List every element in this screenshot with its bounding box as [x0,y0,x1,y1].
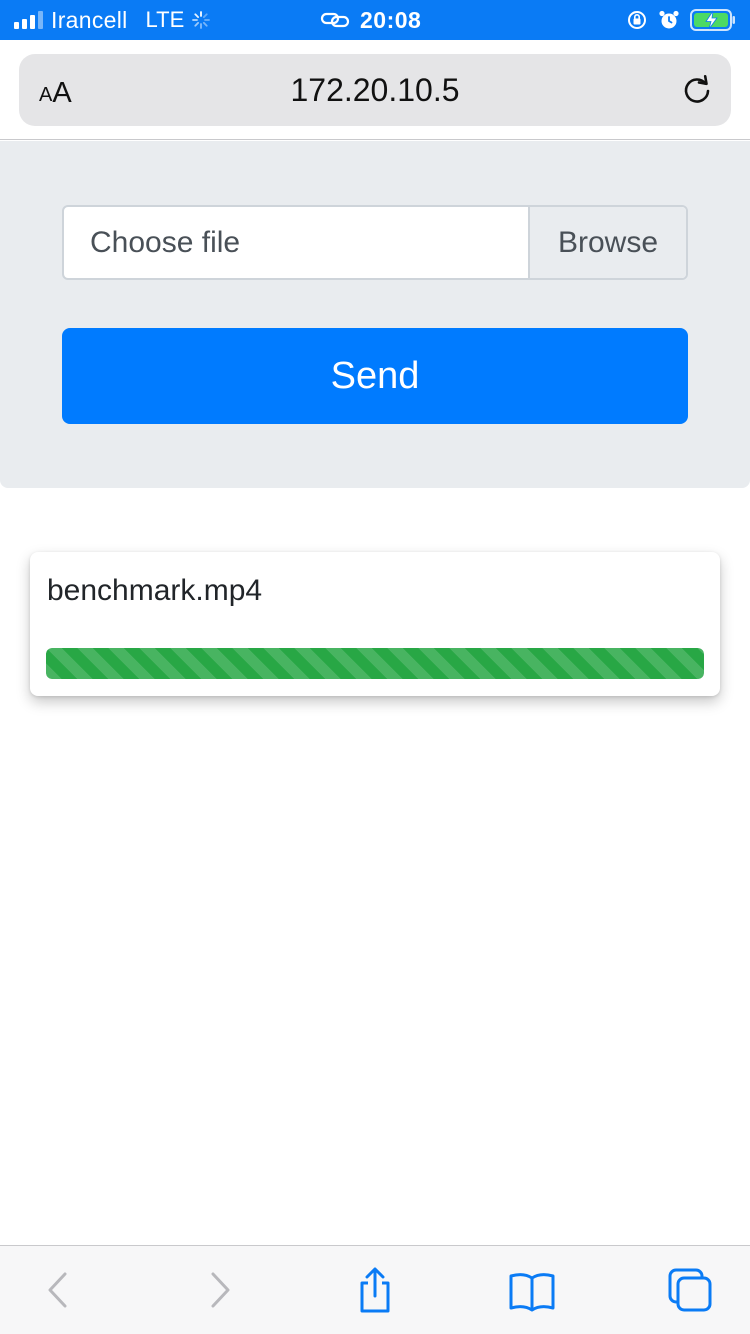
share-icon[interactable] [351,1266,399,1314]
upload-item-card: benchmark.mp4 [30,552,720,696]
status-bar: Irancell LTE 20:08 [0,0,750,40]
alarm-icon [659,10,679,29]
reload-icon[interactable] [679,72,715,108]
orientation-lock-icon [628,11,646,29]
signal-bars-icon [14,11,43,29]
url-field[interactable]: A A 172.20.10.5 [19,54,731,126]
file-input-placeholder: Choose file [90,226,241,259]
personal-hotspot-icon [320,12,350,28]
browse-button[interactable]: Browse [528,207,686,278]
upload-file-name: benchmark.mp4 [47,574,263,607]
battery-charging-icon [690,9,735,31]
upload-progress-track [46,648,704,679]
file-input[interactable]: Choose file Browse [62,205,688,280]
network-type: LTE [145,7,185,32]
status-time: 20:08 [360,6,422,33]
url-text: 172.20.10.5 [290,72,460,108]
address-bar: A A 172.20.10.5 [0,40,750,140]
bookmarks-icon[interactable] [508,1266,556,1314]
send-button[interactable]: Send [62,328,688,424]
upload-panel: Choose file Browse Send [0,141,750,488]
loading-spinner-icon [192,11,211,29]
forward-icon[interactable] [195,1266,243,1314]
tabs-icon[interactable] [666,1266,714,1314]
carrier-name: Irancell [51,6,128,33]
upload-progress-bar [46,648,704,679]
back-icon[interactable] [35,1266,83,1314]
browser-toolbar [0,1245,750,1334]
